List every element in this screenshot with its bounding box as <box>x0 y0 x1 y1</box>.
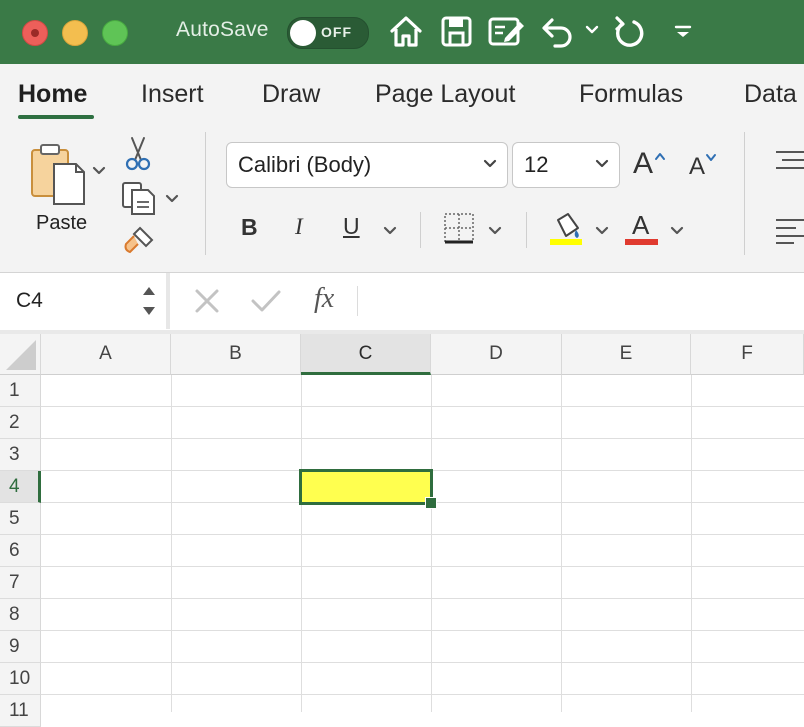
enter-check-icon[interactable] <box>250 288 282 319</box>
row-header-4[interactable]: 4 <box>0 471 41 503</box>
save-icon[interactable] <box>440 14 474 50</box>
fill-handle[interactable] <box>425 497 437 509</box>
chevron-down-icon <box>483 157 497 176</box>
column-header-b[interactable]: B <box>171 334 301 375</box>
align-top-icon[interactable] <box>774 148 804 177</box>
row-header-10[interactable]: 10 <box>0 663 41 695</box>
row-header-2[interactable]: 2 <box>0 407 41 439</box>
row-gridline <box>41 598 804 599</box>
fill-color-bucket-icon[interactable] <box>548 210 584 251</box>
borders-icon[interactable] <box>443 212 475 249</box>
row-gridline <box>41 662 804 663</box>
ribbon-tabs: Home Insert Draw Page Layout Formulas Da… <box>0 64 804 122</box>
font-name-select[interactable]: Calibri (Body) <box>226 142 508 188</box>
tab-home[interactable]: Home <box>18 80 87 109</box>
column-header-f[interactable]: F <box>691 334 804 375</box>
cut-scissors-icon[interactable] <box>124 136 152 177</box>
row-header-8[interactable]: 8 <box>0 599 41 631</box>
fill-color-chevron-icon[interactable] <box>595 224 609 243</box>
column-gridline <box>301 375 302 712</box>
maximize-window-button[interactable] <box>102 20 128 46</box>
row-header-9[interactable]: 9 <box>0 631 41 663</box>
autosave-toggle[interactable]: OFF <box>287 17 369 49</box>
align-left-icon[interactable] <box>774 216 804 249</box>
row-gridline <box>41 630 804 631</box>
bold-button[interactable]: B <box>241 214 258 241</box>
copy-icon[interactable] <box>120 180 156 221</box>
font-color-button[interactable]: A <box>632 210 649 241</box>
font-size-value: 12 <box>524 152 549 177</box>
name-box[interactable]: C4 <box>16 289 43 313</box>
tab-draw[interactable]: Draw <box>262 80 320 109</box>
font-name-value: Calibri (Body) <box>238 152 372 177</box>
close-window-button[interactable] <box>22 20 48 46</box>
ribbon-group-separator <box>526 212 527 248</box>
column-header-c[interactable]: C <box>301 334 431 375</box>
row-header-6[interactable]: 6 <box>0 535 41 567</box>
column-header-d[interactable]: D <box>431 334 562 375</box>
copy-options-chevron-icon[interactable] <box>165 192 179 211</box>
toggle-knob <box>290 20 316 46</box>
row-header-5[interactable]: 5 <box>0 503 41 535</box>
ribbon-group-separator <box>744 132 745 255</box>
format-painter-icon[interactable] <box>122 224 158 261</box>
autosave-state: OFF <box>321 24 352 40</box>
column-gridline <box>171 375 172 712</box>
formula-divider <box>357 286 358 316</box>
borders-options-chevron-icon[interactable] <box>488 224 502 243</box>
font-size-select[interactable]: 12 <box>512 142 620 188</box>
formula-input[interactable] <box>372 283 800 319</box>
row-header-1[interactable]: 1 <box>0 375 41 407</box>
title-bar: AutoSave OFF <box>0 0 804 64</box>
paste-options-chevron-icon[interactable] <box>92 164 106 183</box>
autosave-label: AutoSave <box>176 18 269 41</box>
column-header-e[interactable]: E <box>562 334 691 375</box>
chevron-down-icon <box>595 157 609 176</box>
increase-font-size-button[interactable]: A <box>633 147 653 181</box>
row-header-11[interactable]: 11 <box>0 695 41 727</box>
tab-page-layout[interactable]: Page Layout <box>375 80 515 109</box>
name-box-stepper-icon[interactable] <box>141 283 157 324</box>
chevron-down-icon[interactable] <box>584 22 600 38</box>
column-gridline <box>691 375 692 712</box>
row-gridline <box>41 406 804 407</box>
minimize-window-button[interactable] <box>62 20 88 46</box>
ribbon-group-separator <box>420 212 421 248</box>
redo-icon[interactable] <box>612 14 648 50</box>
column-header-a[interactable]: A <box>41 334 171 375</box>
row-header-3[interactable]: 3 <box>0 439 41 471</box>
italic-button[interactable]: I <box>295 214 303 240</box>
row-gridline <box>41 566 804 567</box>
font-color-chevron-icon[interactable] <box>670 224 684 243</box>
insert-function-button[interactable]: fx <box>314 283 334 315</box>
font-color-swatch <box>625 239 658 245</box>
undo-icon[interactable] <box>540 14 576 50</box>
select-all-button[interactable] <box>0 334 41 375</box>
column-gridline <box>561 375 562 712</box>
active-tab-indicator <box>18 115 94 119</box>
selected-cell-c4[interactable] <box>299 469 433 505</box>
name-box-divider <box>166 273 170 329</box>
underline-button[interactable]: U <box>343 213 360 240</box>
paste-icon[interactable] <box>28 142 88 213</box>
tab-insert[interactable]: Insert <box>141 80 204 109</box>
underline-options-chevron-icon[interactable] <box>383 224 397 243</box>
caret-up-icon <box>654 148 666 166</box>
tab-formulas[interactable]: Formulas <box>579 80 683 109</box>
row-gridline <box>41 438 804 439</box>
row-gridline <box>41 694 804 695</box>
cancel-x-icon[interactable] <box>194 288 220 319</box>
edit-document-icon[interactable] <box>487 14 527 50</box>
caret-down-icon <box>705 150 717 168</box>
decrease-font-size-button[interactable]: A <box>689 153 705 181</box>
row-gridline <box>41 534 804 535</box>
home-icon[interactable] <box>388 14 424 50</box>
tab-data[interactable]: Data <box>744 80 797 109</box>
row-header-7[interactable]: 7 <box>0 567 41 599</box>
customize-toolbar-icon[interactable] <box>672 20 694 42</box>
column-gridline <box>431 375 432 712</box>
paste-label: Paste <box>36 212 88 234</box>
ribbon-group-separator <box>205 132 206 255</box>
